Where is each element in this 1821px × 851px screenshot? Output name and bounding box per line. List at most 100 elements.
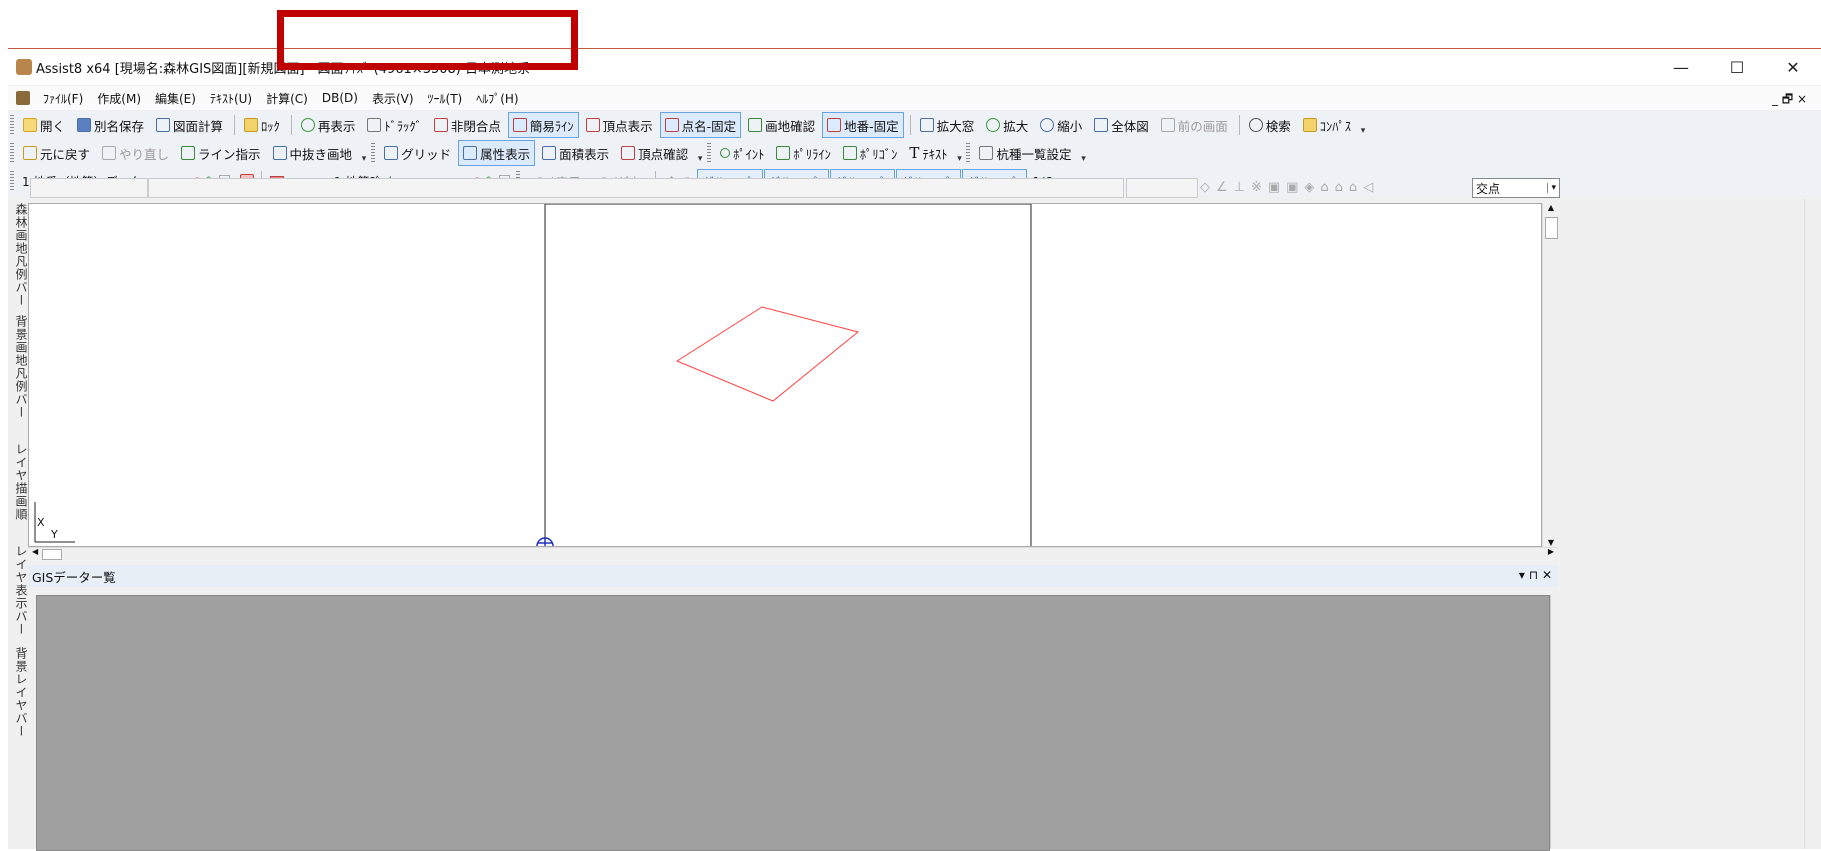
scroll-up-icon[interactable]: ▲ bbox=[1543, 203, 1559, 212]
scroll-left-icon[interactable]: ◀ bbox=[32, 547, 38, 556]
simple-line-button[interactable]: 簡易ﾗｲﾝ bbox=[507, 112, 579, 138]
compass-button[interactable]: ｺﾝﾊﾟｽ bbox=[1298, 112, 1356, 138]
undo-button[interactable]: 元に戻す bbox=[18, 140, 95, 166]
refresh-icon bbox=[300, 118, 315, 132]
mdi-controls[interactable]: _ 🗗 × bbox=[1772, 90, 1807, 111]
toolbar-grip[interactable] bbox=[707, 143, 712, 163]
point-icon bbox=[720, 148, 731, 158]
hscroll-thumb[interactable] bbox=[42, 549, 62, 560]
point-name-icon bbox=[664, 118, 679, 132]
zoom-out-button[interactable]: 縮小 bbox=[1035, 112, 1087, 138]
menu-file[interactable]: ﾌｧｲﾙ(F) bbox=[36, 90, 90, 107]
close-button[interactable]: ✕ bbox=[1765, 49, 1821, 85]
scroll-thumb[interactable] bbox=[1545, 217, 1558, 239]
point-button[interactable]: ﾎﾟｲﾝﾄ bbox=[715, 140, 769, 166]
toolbar-grip[interactable] bbox=[10, 115, 14, 135]
drawing-canvas[interactable]: X Y bbox=[28, 203, 1542, 547]
toolbar1-overflow-chevron-icon[interactable]: ▾ bbox=[1358, 114, 1368, 136]
toolbar2c-overflow-chevron-icon[interactable]: ▾ bbox=[954, 142, 964, 164]
snap-tool-icons[interactable]: ◇∠⊥※▣▣◈⌂⌂⌂◁ bbox=[1200, 180, 1450, 196]
attribute-icon bbox=[463, 146, 478, 160]
lot-number-fixed-button[interactable]: 地番-固定 bbox=[822, 112, 904, 138]
minimize-button[interactable]: — bbox=[1653, 49, 1709, 85]
vertex-display-button[interactable]: 頂点表示 bbox=[581, 112, 658, 138]
panel-controls[interactable]: ▾ ⊓ ✕ bbox=[1519, 568, 1552, 582]
save-as-button[interactable]: 別名保存 bbox=[72, 112, 149, 138]
polyline-button[interactable]: ﾎﾟﾘﾗｲﾝ bbox=[771, 140, 836, 166]
gis-panel-title: GISデーター覧 bbox=[32, 569, 116, 585]
open-button[interactable]: 開く bbox=[18, 112, 70, 138]
zoom-window-button[interactable]: 拡大窓 bbox=[915, 112, 980, 138]
menu-db[interactable]: DB(D) bbox=[315, 91, 365, 105]
lock-button[interactable]: ﾛｯｸ bbox=[239, 112, 285, 138]
area-display-button[interactable]: 面積表示 bbox=[537, 140, 614, 166]
compass-icon bbox=[1302, 118, 1317, 132]
gis-grid-scrollbar[interactable] bbox=[1550, 595, 1561, 849]
line-pick-button[interactable]: ライン指示 bbox=[176, 140, 266, 166]
right-side-panel-strip[interactable] bbox=[1804, 199, 1821, 849]
status-field-2 bbox=[148, 178, 1124, 198]
annotation-highlight-box bbox=[277, 10, 578, 70]
side-tab-layer-order[interactable]: レイヤ描画順 bbox=[8, 439, 30, 539]
scroll-down-icon[interactable]: ▼ bbox=[1543, 538, 1559, 547]
grid-icon bbox=[384, 146, 399, 160]
edit-toolbar: 元に戻す やり直し ライン指示 中抜き画地 ▾ グリッド 属性表示 面積表示 頂… bbox=[8, 139, 1821, 167]
gis-data-grid[interactable] bbox=[36, 595, 1550, 851]
toolbar2a-overflow-chevron-icon[interactable]: ▾ bbox=[359, 142, 369, 164]
toolbar2b-overflow-chevron-icon[interactable]: ▾ bbox=[695, 142, 705, 164]
vertex-icon bbox=[585, 118, 600, 132]
separator bbox=[290, 115, 292, 135]
toolbar-grip[interactable] bbox=[10, 171, 14, 191]
toolbar-grip[interactable] bbox=[10, 143, 14, 163]
polygon-button[interactable]: ﾎﾟﾘｺﾞﾝ bbox=[838, 140, 903, 166]
canvas-vertical-scrollbar[interactable]: ▲ ▼ bbox=[1542, 203, 1559, 547]
maximize-button[interactable]: ☐ bbox=[1709, 49, 1765, 85]
menu-edit[interactable]: 編集(E) bbox=[148, 90, 203, 107]
menu-text[interactable]: ﾃｷｽﾄ(U) bbox=[203, 90, 259, 107]
toolbar2d-overflow-chevron-icon[interactable]: ▾ bbox=[1078, 142, 1088, 164]
zoom-in-button[interactable]: 拡大 bbox=[981, 112, 1033, 138]
parcel-check-button[interactable]: 画地確認 bbox=[743, 112, 820, 138]
redo-icon bbox=[102, 146, 117, 160]
side-tab-forest-legend[interactable]: 森林画地凡例バー bbox=[8, 199, 30, 309]
menu-view[interactable]: 表示(V) bbox=[365, 90, 421, 107]
canvas-horizontal-scrollbar[interactable]: ◀ ▶ bbox=[28, 547, 1558, 560]
menu-app-icon bbox=[16, 91, 30, 105]
point-name-fixed-button[interactable]: 点名-固定 bbox=[659, 112, 742, 138]
search-icon bbox=[1248, 118, 1263, 132]
text-icon: T bbox=[909, 144, 920, 162]
vertex-check-button[interactable]: 頂点確認 bbox=[616, 140, 693, 166]
fit-all-button[interactable]: 全体図 bbox=[1089, 112, 1154, 138]
drag-button[interactable]: ﾄﾞﾗｯｸﾞ bbox=[362, 112, 427, 138]
previous-view-icon bbox=[1160, 118, 1175, 132]
grid-button[interactable]: グリッド bbox=[379, 140, 456, 166]
axis-x-label: X bbox=[37, 516, 45, 529]
side-tab-background-legend[interactable]: 背景画地凡例バー bbox=[8, 311, 30, 421]
hollow-parcel-icon bbox=[272, 146, 287, 160]
text-button[interactable]: T ﾃｷｽﾄ bbox=[904, 140, 952, 166]
open-point-button[interactable]: 非閉合点 bbox=[429, 112, 506, 138]
chevron-down-icon[interactable]: ▾ bbox=[1547, 183, 1559, 193]
menu-help[interactable]: ﾍﾙﾌﾟ(H) bbox=[469, 90, 525, 107]
area-icon bbox=[542, 146, 557, 160]
menu-create[interactable]: 作成(M) bbox=[90, 90, 148, 107]
redisplay-button[interactable]: 再表示 bbox=[296, 112, 361, 138]
stake-list-settings-button[interactable]: 杭種一覧設定 bbox=[974, 140, 1076, 166]
scroll-right-icon[interactable]: ▶ bbox=[1548, 547, 1554, 556]
side-tab-layer-display[interactable]: レイヤ表示バー bbox=[8, 541, 30, 641]
side-tab-background-layer[interactable]: 背景レイヤバー bbox=[8, 643, 30, 753]
menu-calc[interactable]: 計算(C) bbox=[259, 90, 315, 107]
toolbar-grip[interactable] bbox=[371, 143, 376, 163]
redo-button[interactable]: やり直し bbox=[97, 140, 174, 166]
snap-mode-select[interactable]: 交点 ▾ bbox=[1472, 178, 1560, 198]
drawing-calc-button[interactable]: 図面計算 bbox=[151, 112, 228, 138]
app-window: Assist8 x64 [現場名:森林GIS図面][新規図面] 図面ｻｲｽﾞ (… bbox=[8, 48, 1821, 851]
parcel-polygon[interactable] bbox=[675, 306, 860, 402]
stake-list-icon bbox=[979, 146, 994, 160]
hollow-parcel-button[interactable]: 中抜き画地 bbox=[268, 140, 358, 166]
menu-tools[interactable]: ﾂｰﾙ(T) bbox=[421, 90, 470, 107]
search-button[interactable]: 検索 bbox=[1244, 112, 1296, 138]
attribute-display-button[interactable]: 属性表示 bbox=[458, 140, 536, 166]
toolbar-grip[interactable] bbox=[966, 143, 971, 163]
previous-view-button[interactable]: 前の画面 bbox=[1156, 112, 1233, 138]
